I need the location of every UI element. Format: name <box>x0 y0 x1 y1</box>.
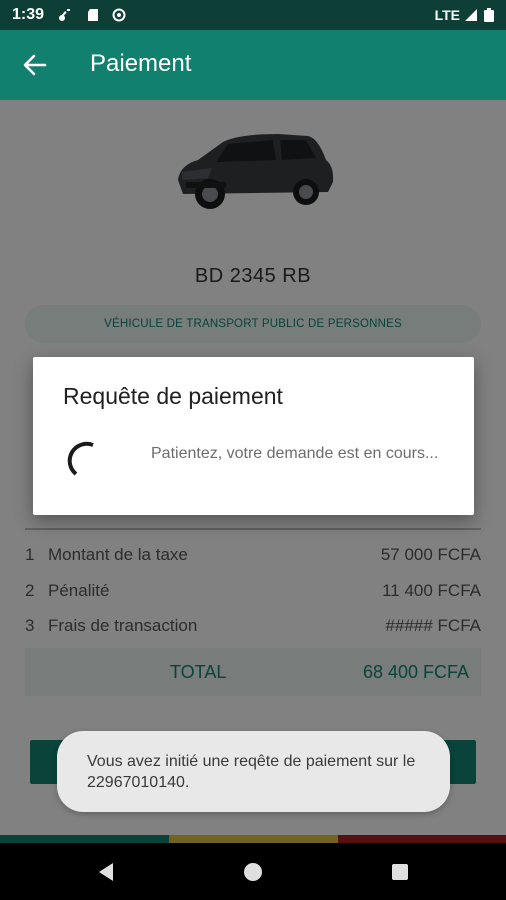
status-bar: 1:39 LTE <box>0 0 506 30</box>
key-icon <box>59 9 70 21</box>
back-nav-icon[interactable] <box>95 861 117 883</box>
home-nav-icon[interactable] <box>242 861 264 883</box>
dialog-message: Patientez, votre demande est en cours... <box>151 445 439 462</box>
app-bar: Paiement <box>0 30 506 100</box>
arrow-left-icon[interactable] <box>20 50 50 80</box>
loading-spinner-icon <box>67 441 94 476</box>
payment-request-dialog: Requête de paiement Patientez, votre dem… <box>33 357 474 515</box>
battery-icon <box>484 8 494 22</box>
navigation-bar <box>0 843 506 900</box>
signal-icon <box>465 9 477 21</box>
toast-message: Vous avez initié une reqête de paiement … <box>87 753 416 791</box>
sd-card-icon <box>88 9 98 21</box>
sync-icon <box>112 8 126 22</box>
page-title: Paiement <box>90 50 192 77</box>
toast-notification: Vous avez initié une reqête de paiement … <box>57 731 450 812</box>
status-time: 1:39 <box>12 6 45 23</box>
dialog-title: Requête de paiement <box>63 383 283 409</box>
recents-nav-icon[interactable] <box>389 861 411 883</box>
network-type: LTE <box>434 7 460 23</box>
